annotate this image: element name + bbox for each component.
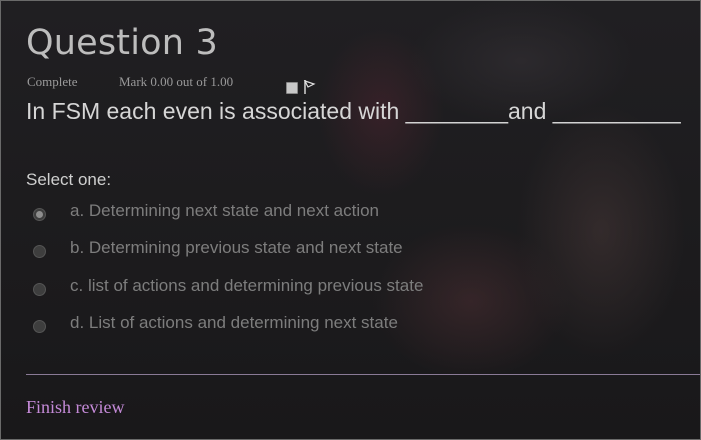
- answer-label-b: b. Determining previous state and next s…: [70, 238, 403, 257]
- radio-button-b[interactable]: [33, 245, 46, 258]
- quiz-review-panel: Question 3 Complete Mark 0.00 out of 1.0…: [0, 0, 701, 440]
- radio-button-d[interactable]: [33, 320, 46, 333]
- question-status: Complete: [27, 74, 78, 89]
- flag-icon[interactable]: [303, 79, 317, 95]
- answer-label-c: c. list of actions and determining previ…: [70, 276, 424, 295]
- answer-option-b[interactable]: b. Determining previous state and next s…: [31, 238, 591, 266]
- answer-option-c[interactable]: c. list of actions and determining previ…: [31, 276, 591, 304]
- finish-review-link[interactable]: Finish review: [26, 397, 125, 418]
- select-one-prompt: Select one:: [26, 170, 112, 189]
- answer-option-d[interactable]: d. List of actions and determining next …: [31, 313, 591, 341]
- answer-option-a[interactable]: a. Determining next state and next actio…: [31, 201, 591, 229]
- flag-checkbox[interactable]: [286, 82, 298, 94]
- question-title: Question 3: [26, 23, 218, 63]
- radio-button-a[interactable]: [33, 208, 46, 221]
- question-text: In FSM each even is associated with ____…: [26, 98, 681, 124]
- answer-label-d: d. List of actions and determining next …: [70, 313, 398, 332]
- answer-label-a: a. Determining next state and next actio…: [70, 201, 380, 220]
- section-divider: [26, 374, 700, 375]
- question-mark: Mark 0.00 out of 1.00: [119, 74, 234, 89]
- radio-button-c[interactable]: [33, 283, 46, 296]
